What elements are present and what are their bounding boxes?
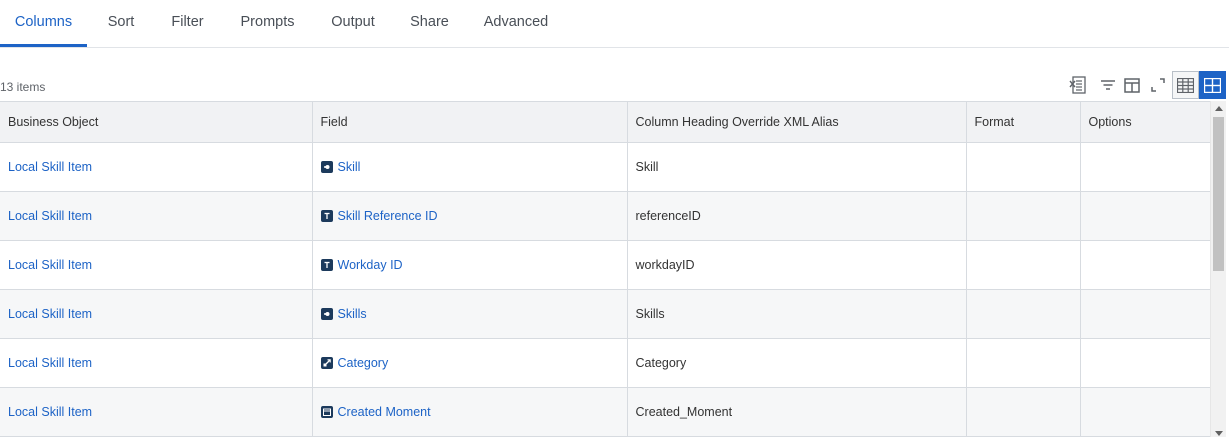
options-cell[interactable] — [1080, 240, 1210, 290]
table-row: Local Skill Item Category Category — [0, 338, 1210, 388]
options-cell[interactable] — [1080, 387, 1210, 437]
business-object-link[interactable]: Local Skill Item — [8, 209, 92, 223]
tab-bar: Columns Sort Filter Prompts Output Share… — [0, 0, 1229, 48]
alias-cell[interactable]: workdayID — [627, 240, 967, 290]
alias-cell[interactable]: Category — [627, 338, 967, 388]
field-link[interactable]: Created Moment — [338, 405, 431, 419]
related-instance-icon — [320, 356, 333, 369]
scrollbar-thumb[interactable] — [1213, 117, 1224, 271]
field-cell: Workday ID — [312, 240, 628, 290]
business-object-link[interactable]: Local Skill Item — [8, 258, 92, 272]
tab-share[interactable]: Share — [405, 0, 454, 47]
field-link[interactable]: Skill Reference ID — [338, 209, 438, 223]
field-link[interactable]: Workday ID — [338, 258, 403, 272]
alias-cell[interactable]: Skill — [627, 142, 967, 192]
business-object-cell: Local Skill Item — [0, 142, 313, 192]
date-icon — [320, 405, 333, 418]
business-object-link[interactable]: Local Skill Item — [8, 160, 92, 174]
alias-cell[interactable]: referenceID — [627, 191, 967, 241]
field-cell: Skill Reference ID — [312, 191, 628, 241]
field-cell: Category — [312, 338, 628, 388]
column-header-alias[interactable]: Column Heading Override XML Alias — [627, 102, 967, 143]
table-row: Local Skill Item Skill Skill — [0, 142, 1210, 192]
format-cell[interactable] — [966, 142, 1081, 192]
table-row: Local Skill Item Workday ID workdayID — [0, 240, 1210, 290]
text-icon — [320, 209, 333, 222]
field-cell: Created Moment — [312, 387, 628, 437]
single-instance-icon — [320, 307, 333, 320]
column-header-options[interactable]: Options — [1080, 102, 1210, 143]
tab-columns[interactable]: Columns — [0, 0, 87, 47]
table-header-row: Business Object Field Column Heading Ove… — [0, 102, 1210, 143]
business-object-link[interactable]: Local Skill Item — [8, 307, 92, 321]
field-cell: Skills — [312, 289, 628, 339]
filter-icon[interactable] — [1096, 73, 1120, 97]
column-header-format[interactable]: Format — [966, 102, 1081, 143]
options-cell[interactable] — [1080, 289, 1210, 339]
business-object-cell: Local Skill Item — [0, 240, 313, 290]
single-instance-icon — [320, 160, 333, 173]
fullscreen-icon[interactable] — [1146, 73, 1170, 97]
tab-filter[interactable]: Filter — [165, 0, 210, 47]
table-view-icon[interactable] — [1172, 71, 1199, 99]
columns-table: Business Object Field Column Heading Ove… — [0, 101, 1210, 437]
options-cell[interactable] — [1080, 191, 1210, 241]
field-link[interactable]: Category — [338, 356, 389, 370]
alias-cell[interactable]: Skills — [627, 289, 967, 339]
format-cell[interactable] — [966, 387, 1081, 437]
column-header-business-object[interactable]: Business Object — [0, 102, 313, 143]
table-row: Local Skill Item Skills Skills — [0, 289, 1210, 339]
options-cell[interactable] — [1080, 338, 1210, 388]
text-icon — [320, 258, 333, 271]
format-cell[interactable] — [966, 240, 1081, 290]
format-cell[interactable] — [966, 338, 1081, 388]
business-object-link[interactable]: Local Skill Item — [8, 405, 92, 419]
business-object-cell: Local Skill Item — [0, 191, 313, 241]
table-row: Local Skill Item Created Moment Created_… — [0, 387, 1210, 437]
export-excel-icon[interactable] — [1066, 73, 1090, 97]
column-layout-icon[interactable] — [1120, 73, 1144, 97]
field-link[interactable]: Skills — [338, 307, 367, 321]
tab-advanced[interactable]: Advanced — [478, 0, 554, 47]
alias-cell[interactable]: Created_Moment — [627, 387, 967, 437]
format-cell[interactable] — [966, 191, 1081, 241]
business-object-link[interactable]: Local Skill Item — [8, 356, 92, 370]
scroll-down-arrow-icon[interactable] — [1215, 431, 1223, 436]
field-cell: Skill — [312, 142, 628, 192]
scroll-up-arrow-icon[interactable] — [1215, 106, 1223, 111]
column-header-field[interactable]: Field — [312, 102, 628, 143]
business-object-cell: Local Skill Item — [0, 387, 313, 437]
business-object-cell: Local Skill Item — [0, 289, 313, 339]
item-count: 13 items — [0, 80, 46, 94]
grid-view-icon[interactable] — [1199, 71, 1226, 99]
field-link[interactable]: Skill — [338, 160, 361, 174]
format-cell[interactable] — [966, 289, 1081, 339]
tab-prompts[interactable]: Prompts — [234, 0, 301, 47]
tab-output[interactable]: Output — [325, 0, 381, 47]
tab-sort[interactable]: Sort — [100, 0, 142, 47]
business-object-cell: Local Skill Item — [0, 338, 313, 388]
options-cell[interactable] — [1080, 142, 1210, 192]
vertical-scrollbar[interactable] — [1210, 101, 1226, 437]
table-row: Local Skill Item Skill Reference ID refe… — [0, 191, 1210, 241]
